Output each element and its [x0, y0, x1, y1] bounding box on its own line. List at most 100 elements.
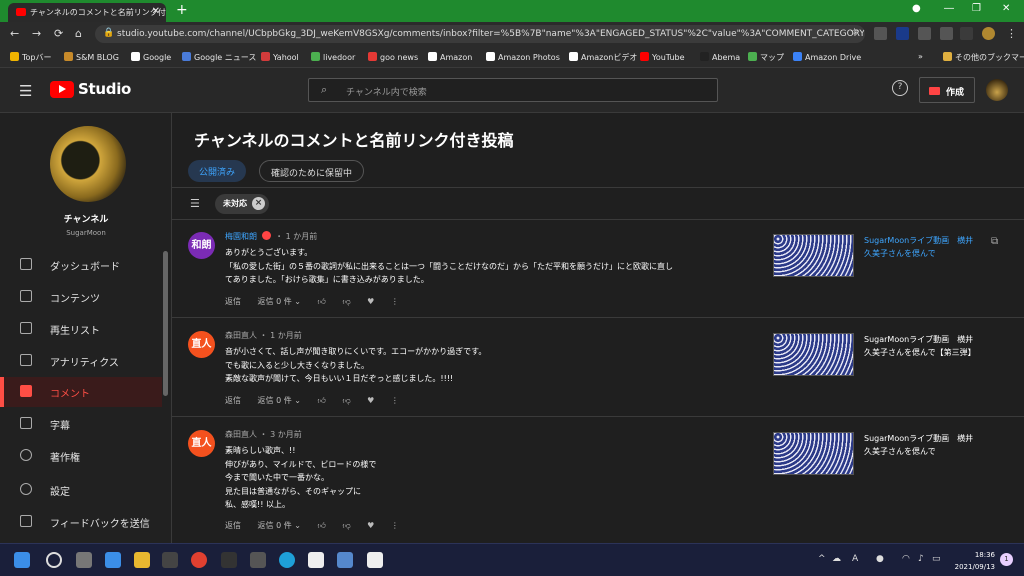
app-tray-icon[interactable]: ● [876, 554, 884, 564]
youtube-logo-icon[interactable] [50, 81, 74, 98]
create-button[interactable]: 作成 [919, 77, 975, 103]
thumbs-up-icon[interactable]: 👍︎ [318, 297, 326, 307]
volume-icon[interactable]: ♪ [918, 554, 924, 564]
home-icon[interactable]: ⌂ [75, 27, 82, 40]
comment-author[interactable]: 森田直人 [225, 331, 257, 340]
url-field[interactable]: 🔒 studio.youtube.com/channel/UCbpbGkg_3D… [95, 25, 865, 43]
commenter-avatar[interactable]: 和朗 [188, 232, 215, 259]
studio-logo-text[interactable]: Studio [78, 80, 131, 98]
video-title[interactable]: SugarMoonライブ動画 横井久美子さんを偲んで【第三弾】 [864, 333, 980, 359]
sidebar-item-feedback[interactable]: フィードバックを送信 [0, 507, 162, 537]
filter-chip-unresponded[interactable]: 未対応 × [215, 194, 269, 214]
bookmark-item[interactable]: Topバー [10, 52, 52, 63]
close-tab-icon[interactable]: ✕ [152, 6, 160, 17]
sidebar-item-copyright[interactable]: 著作権 [0, 441, 162, 471]
bookmark-item[interactable]: Abema [700, 52, 740, 62]
video-thumbnail[interactable] [773, 234, 854, 277]
sidebar-item-settings[interactable]: 設定 [0, 475, 162, 505]
help-icon[interactable]: ? [892, 80, 908, 96]
sidebar-item-comments[interactable]: コメント [0, 377, 162, 407]
extension-icon-3[interactable] [918, 27, 931, 40]
video-thumbnail[interactable] [773, 432, 854, 475]
notepad-icon[interactable] [367, 552, 383, 568]
channel-search-input[interactable]: ⌕ チャンネル内で検索 [308, 78, 718, 102]
maximize-icon[interactable]: ❐ [972, 3, 981, 14]
file-explorer-icon[interactable] [134, 552, 150, 568]
app-icon[interactable] [162, 552, 178, 568]
other-bookmarks[interactable]: その他のブックマーク [943, 52, 1024, 63]
comment-author[interactable]: 森田直人 [225, 430, 257, 439]
chrome-icon[interactable] [191, 552, 207, 568]
bookmarks-more-icon[interactable]: » [918, 52, 923, 61]
back-icon[interactable]: ← [10, 27, 19, 40]
edge-icon[interactable] [279, 552, 295, 568]
thumbs-up-icon[interactable]: 👍︎ [318, 521, 326, 531]
sidebar-item-subtitles[interactable]: 字幕 [0, 409, 162, 439]
heart-icon[interactable]: ♥ [367, 396, 374, 405]
more-options-icon[interactable]: ⋮ [391, 521, 399, 530]
replies-dropdown[interactable]: 返信 0 件 ⌄ [258, 395, 301, 406]
heart-icon[interactable]: ♥ [367, 521, 374, 530]
commenter-avatar[interactable]: 直人 [188, 331, 215, 358]
tab-published[interactable]: 公開済み [188, 160, 247, 182]
ime-indicator[interactable]: A [852, 554, 858, 564]
profile-dropdown-icon[interactable]: ● [912, 3, 921, 14]
comment-author[interactable]: 梅園和朗 [225, 232, 257, 241]
bookmark-item[interactable]: マップ [748, 52, 784, 63]
reload-icon[interactable]: ⟳ [54, 27, 63, 40]
minimize-icon[interactable]: ― [944, 3, 954, 14]
new-tab-button[interactable]: + [176, 2, 188, 18]
search-icon[interactable] [46, 552, 62, 568]
bookmark-item[interactable]: Amazon Drive [793, 52, 861, 62]
thumbs-up-icon[interactable]: 👍︎ [318, 396, 326, 406]
remove-filter-icon[interactable]: × [252, 197, 265, 210]
heart-icon[interactable]: ♥ [367, 297, 374, 306]
commenter-avatar[interactable]: 直人 [188, 430, 215, 457]
bookmark-item[interactable]: goo news [368, 52, 418, 62]
notepad-icon[interactable] [308, 552, 324, 568]
reply-button[interactable]: 返信 [225, 296, 241, 307]
menu-kebab-icon[interactable]: ⋮ [1006, 27, 1017, 40]
bookmark-item[interactable]: livedoor [311, 52, 355, 62]
sidebar-item-playlists[interactable]: 再生リスト [0, 314, 162, 344]
more-options-icon[interactable]: ⋮ [391, 297, 399, 306]
tray-chevron-icon[interactable]: ^ [818, 554, 826, 564]
wifi-icon[interactable]: ◠ [902, 554, 910, 564]
channel-avatar[interactable] [50, 126, 126, 202]
video-title[interactable]: SugarMoonライブ動画 横井久美子さんを偲んで [864, 432, 980, 458]
forward-icon[interactable]: → [32, 27, 41, 40]
task-view-icon[interactable] [76, 552, 92, 568]
app-icon[interactable] [250, 552, 266, 568]
app-icon[interactable] [221, 552, 237, 568]
reply-button[interactable]: 返信 [225, 520, 241, 531]
bookmark-item[interactable]: Amazon Photos [486, 52, 560, 62]
bookmark-item[interactable]: S&M BLOG [64, 52, 119, 62]
sidebar-item-analytics[interactable]: アナリティクス [0, 346, 162, 376]
widgets-icon[interactable] [105, 552, 121, 568]
browser-tab[interactable]: チャンネルのコメントと名前リンク付き投稿 ✕ [8, 3, 166, 22]
extension-icon-2[interactable] [896, 27, 909, 40]
puzzle-extensions-icon[interactable] [960, 27, 973, 40]
bookmark-item[interactable]: Google ニュース [182, 52, 256, 63]
bookmark-item[interactable]: Amazon [428, 52, 472, 62]
sidebar-item-dashboard[interactable]: ダッシュボード [0, 250, 162, 280]
thumbs-down-icon[interactable]: 👎︎ [342, 297, 350, 307]
app-icon[interactable] [337, 552, 353, 568]
battery-icon[interactable]: ▭ [932, 554, 941, 564]
sidebar-scrollbar[interactable] [163, 251, 168, 396]
thumbs-down-icon[interactable]: 👎︎ [342, 396, 350, 406]
reply-button[interactable]: 返信 [225, 395, 241, 406]
bookmark-item[interactable]: YouTube [640, 52, 685, 62]
video-title[interactable]: SugarMoonライブ動画 横井久美子さんを偲んで [864, 234, 980, 260]
thumbs-down-icon[interactable]: 👎︎ [342, 521, 350, 531]
clock[interactable]: 18:36 2021/09/13 [943, 549, 995, 573]
camera-extension-icon[interactable] [940, 27, 953, 40]
replies-dropdown[interactable]: 返信 0 件 ⌄ [258, 520, 301, 531]
hamburger-menu-icon[interactable]: ☰ [19, 82, 32, 100]
close-window-icon[interactable]: ✕ [1002, 3, 1010, 14]
extension-icon-1[interactable] [874, 27, 887, 40]
profile-avatar-icon[interactable] [982, 27, 995, 40]
filter-icon[interactable]: ☰ [190, 197, 200, 210]
bookmark-item[interactable]: Google [131, 52, 171, 62]
sidebar-item-content[interactable]: コンテンツ [0, 282, 162, 312]
